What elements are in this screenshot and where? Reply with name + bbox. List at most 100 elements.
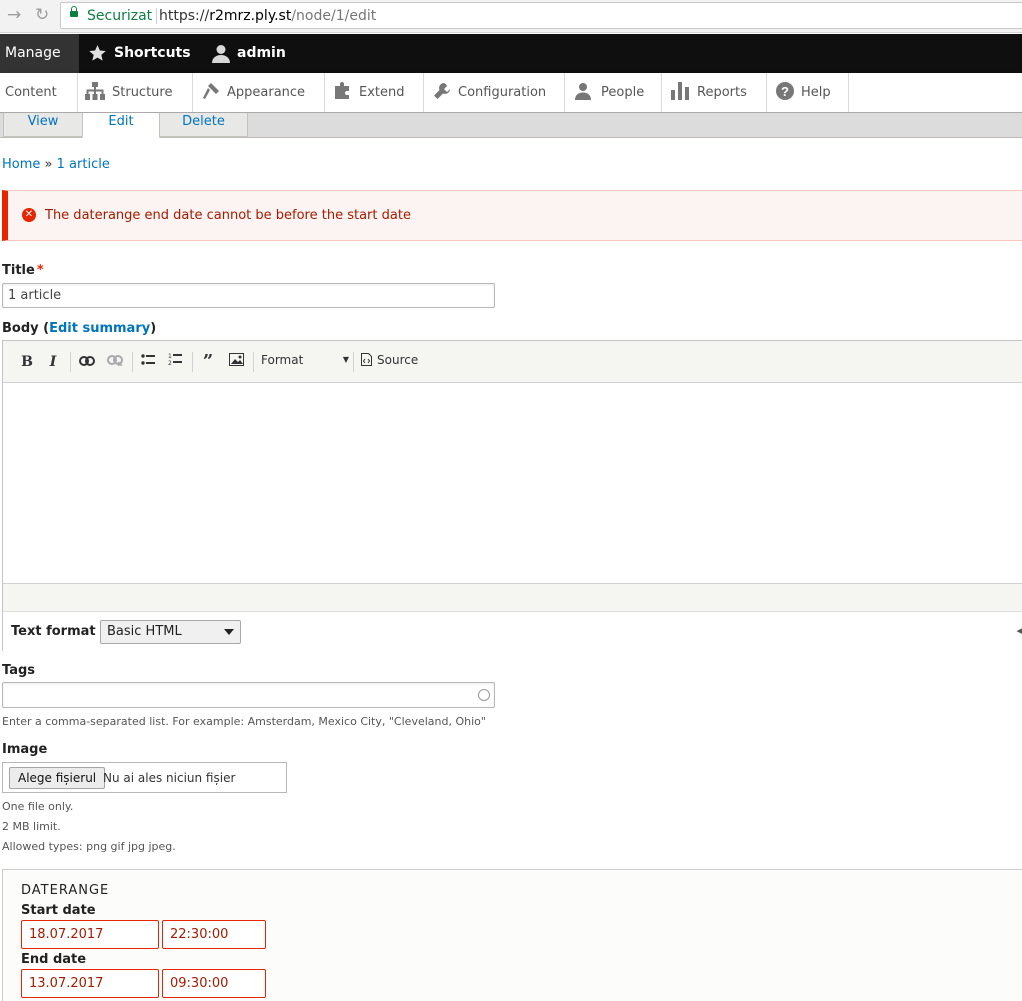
autocomplete-icon <box>478 689 490 701</box>
browser-address-bar: → ↻ Securizat https://r2mrz.ply.st/node/… <box>0 0 1022 33</box>
tags-description: Enter a comma-separated list. For exampl… <box>2 715 486 728</box>
edit-summary-link[interactable]: Edit summary <box>49 321 150 336</box>
image-help-line: One file only. <box>2 800 74 813</box>
url-divider <box>156 8 157 24</box>
tray-item-people[interactable]: People <box>565 73 662 112</box>
tags-label: Tags <box>2 663 36 678</box>
url-text: https://r2mrz.ply.st/node/1/edit <box>159 8 376 24</box>
tab-edit[interactable]: Edit <box>82 113 160 138</box>
start-date-label: Start date <box>21 903 96 918</box>
toolbar-divider <box>353 352 354 372</box>
tray-item-extend[interactable]: Extend <box>325 73 424 112</box>
toolbar-shortcuts[interactable]: Shortcuts <box>88 34 191 73</box>
puzzle-icon <box>335 82 349 99</box>
shortcuts-label: Shortcuts <box>114 45 191 61</box>
italic-icon[interactable]: I <box>44 353 62 371</box>
end-time-input[interactable]: 09:30:00 <box>162 969 266 998</box>
image-help-line: 2 MB limit. <box>2 820 61 833</box>
required-marker: * <box>36 263 44 278</box>
daterange-legend: DATERANGE <box>21 883 110 898</box>
start-time-input[interactable]: 22:30:00 <box>162 920 266 949</box>
text-format-help-icon[interactable]: ◂ <box>1016 624 1022 637</box>
file-status: Nu ai ales niciun fișier <box>103 771 236 785</box>
help-icon: ? <box>776 82 794 100</box>
breadcrumb-home[interactable]: Home <box>2 157 40 172</box>
text-format-row: Text format Basic HTML ◂ <box>3 611 1022 651</box>
format-dropdown[interactable]: Format ▼ <box>261 353 349 367</box>
url-field[interactable]: Securizat https://r2mrz.ply.st/node/1/ed… <box>60 2 1022 29</box>
end-date-label: End date <box>21 952 87 967</box>
source-label: Source <box>377 353 419 367</box>
numbered-list-icon[interactable]: 12 <box>166 353 184 371</box>
tab-delete[interactable]: Delete <box>159 113 248 137</box>
choose-file-button[interactable]: Alege fișierul <box>9 767 106 789</box>
blockquote-icon[interactable]: ” <box>199 353 217 371</box>
toolbar-divider <box>253 352 254 372</box>
tray-label: Structure <box>112 85 173 100</box>
title-label: Title * <box>2 263 44 278</box>
image-help-line: Allowed types: png gif jpg jpeg. <box>2 840 176 853</box>
end-date-input[interactable]: 13.07.2017 <box>21 969 159 998</box>
source-button[interactable]: Source <box>361 353 418 367</box>
breadcrumb: Home » 1 article <box>2 157 110 172</box>
wrench-icon <box>434 83 450 99</box>
tray-label: Help <box>801 85 831 100</box>
bold-icon[interactable]: B <box>18 353 36 371</box>
text-format-label: Text format <box>11 624 96 639</box>
tray-item-help[interactable]: ? Help <box>767 73 849 112</box>
people-icon <box>575 83 591 100</box>
toolbar-divider <box>132 352 133 372</box>
unlink-icon[interactable] <box>106 353 124 371</box>
body-editor: B I 12 ” Format ▼ Source Text format Basi… <box>2 340 1022 651</box>
bar-chart-icon <box>671 82 689 100</box>
tray-label: Configuration <box>458 85 547 100</box>
title-input[interactable]: 1 article <box>2 283 495 308</box>
start-date-input[interactable]: 18.07.2017 <box>21 920 159 949</box>
user-icon <box>212 44 230 63</box>
svg-text:2: 2 <box>168 360 172 366</box>
svg-text:?: ? <box>781 84 789 99</box>
body-label: Body (Edit summary) <box>2 321 156 336</box>
tray-item-configuration[interactable]: Configuration <box>424 73 565 112</box>
text-format-select[interactable]: Basic HTML <box>100 620 241 644</box>
dropdown-caret-icon: ▼ <box>342 355 349 364</box>
forward-arrow-icon[interactable]: → <box>7 6 21 24</box>
tab-view[interactable]: View <box>3 113 83 137</box>
tray-item-content[interactable]: Content <box>0 73 78 112</box>
error-text: The daterange end date cannot be before … <box>45 208 411 223</box>
reload-icon[interactable]: ↻ <box>35 6 49 24</box>
tray-item-reports[interactable]: Reports <box>662 73 767 112</box>
tray-label: Appearance <box>227 85 306 100</box>
star-icon <box>89 45 106 61</box>
svg-text:1: 1 <box>168 353 172 360</box>
tray-label: Content <box>5 85 57 100</box>
tray-label: People <box>601 85 645 100</box>
bulleted-list-icon[interactable] <box>139 353 157 371</box>
tags-input[interactable] <box>2 682 495 708</box>
editor-statusbar <box>3 583 1022 611</box>
tray-label: Extend <box>359 85 405 100</box>
toolbar-manage[interactable]: Manage <box>0 34 79 73</box>
breadcrumb-separator: » <box>44 157 53 172</box>
secure-label: Securizat <box>87 8 153 24</box>
primary-tabs: View Edit Delete <box>0 113 1022 138</box>
admin-toolbar: Manage Shortcuts admin <box>0 34 1022 73</box>
lock-icon <box>70 6 78 17</box>
paintbrush-icon <box>203 83 219 99</box>
image-icon[interactable] <box>227 353 245 371</box>
sitemap-icon <box>85 82 105 100</box>
url-path: /node/1/edit <box>291 8 377 24</box>
source-icon <box>361 353 372 366</box>
breadcrumb-current[interactable]: 1 article <box>57 157 110 172</box>
image-file-input[interactable]: Alege fișierul Nu ai ales niciun fișier <box>2 762 287 793</box>
toolbar-divider <box>192 352 193 372</box>
editor-toolbar: B I 12 ” Format ▼ Source <box>3 341 1022 383</box>
format-dropdown-label: Format <box>261 353 304 367</box>
tray-item-structure[interactable]: Structure <box>78 73 193 112</box>
tray-item-appearance[interactable]: Appearance <box>193 73 325 112</box>
link-icon[interactable] <box>78 353 96 371</box>
toolbar-user[interactable]: admin <box>212 34 286 73</box>
editor-content-area[interactable] <box>3 383 1022 583</box>
user-label: admin <box>237 45 286 61</box>
url-host: r2mrz.ply.st <box>209 8 292 24</box>
